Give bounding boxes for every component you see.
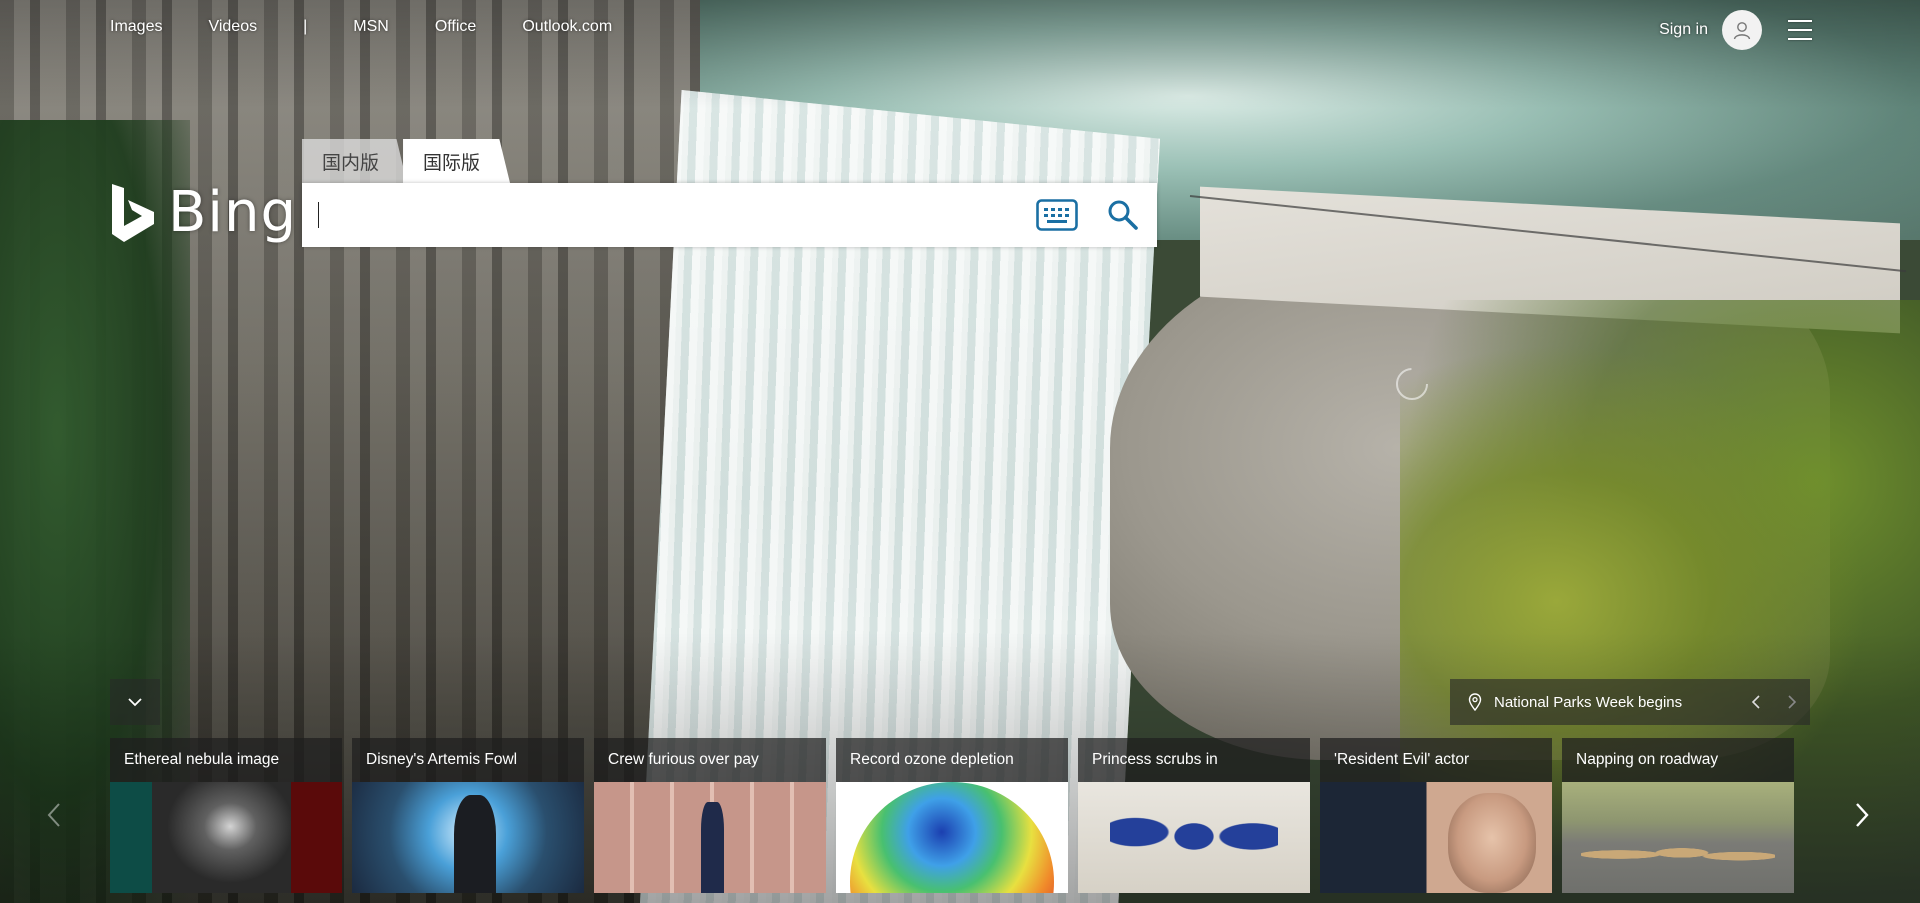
keyboard-icon [1036, 199, 1078, 231]
news-card[interactable]: 'Resident Evil' actor [1320, 738, 1552, 893]
news-card-title: Disney's Artemis Fowl [352, 738, 584, 782]
news-card-title: Ethereal nebula image [110, 738, 342, 782]
chevron-left-icon [47, 803, 60, 827]
avatar[interactable] [1722, 10, 1762, 50]
text-caret [318, 202, 319, 228]
image-title-link[interactable]: National Parks Week begins [1494, 694, 1738, 711]
nav-link-images[interactable]: Images [110, 18, 162, 36]
news-card[interactable]: Ethereal nebula image [110, 738, 342, 893]
previous-image-button[interactable] [1738, 679, 1774, 725]
search-icon [1108, 200, 1138, 230]
sign-in-link[interactable]: Sign in [1659, 21, 1708, 39]
news-card-title: Record ozone depletion [836, 738, 1068, 782]
location-pin-icon [1468, 693, 1482, 711]
news-card-image [836, 782, 1068, 893]
news-card-title: Napping on roadway [1562, 738, 1794, 782]
chevron-right-icon [1788, 695, 1797, 709]
news-card-image [110, 782, 342, 893]
logo-text: Bing [168, 180, 298, 245]
nav-separator: | [303, 18, 308, 35]
news-card-title: 'Resident Evil' actor [1320, 738, 1552, 782]
news-card[interactable]: Crew furious over pay [594, 738, 826, 893]
news-card-image [1078, 782, 1310, 893]
news-card-image [594, 782, 826, 893]
hamburger-menu-icon[interactable] [1788, 20, 1812, 40]
person-icon [1733, 22, 1751, 40]
news-card[interactable]: Record ozone depletion [836, 738, 1068, 893]
nav-link-office[interactable]: Office [435, 18, 477, 36]
news-card-image [352, 782, 584, 893]
tab-domestic[interactable]: 国内版 [302, 139, 408, 183]
keyboard-button[interactable] [1035, 197, 1079, 233]
news-card[interactable]: Disney's Artemis Fowl [352, 738, 584, 893]
bing-logo[interactable]: Bing [110, 180, 297, 245]
chevron-left-icon [1751, 695, 1760, 709]
news-card-title: Princess scrubs in [1078, 738, 1310, 782]
chevron-down-icon [128, 698, 142, 707]
loading-spinner-icon [1396, 368, 1428, 400]
search-input[interactable] [316, 194, 1035, 236]
chevron-right-icon [1856, 803, 1869, 827]
news-carousel: Ethereal nebula image Disney's Artemis F… [110, 738, 1804, 893]
account-area: Sign in [1659, 10, 1812, 50]
image-info-bar: National Parks Week begins [1450, 679, 1810, 725]
next-image-button[interactable] [1774, 679, 1810, 725]
nav-link-msn[interactable]: MSN [353, 18, 389, 36]
news-card[interactable]: Princess scrubs in [1078, 738, 1310, 893]
search-button[interactable] [1103, 195, 1143, 235]
nav-link-videos[interactable]: Videos [208, 18, 257, 36]
carousel-prev-button[interactable] [36, 795, 72, 835]
nav-link-outlook[interactable]: Outlook.com [522, 18, 612, 36]
tab-international[interactable]: 国际版 [403, 139, 511, 183]
bing-mark-icon [112, 183, 154, 242]
carousel-next-button[interactable] [1844, 795, 1880, 835]
news-card-image [1562, 782, 1794, 893]
news-card-title: Crew furious over pay [594, 738, 826, 782]
top-nav: Images Videos | MSN Office Outlook.com [110, 18, 658, 36]
search-region-tabs: 国内版 国际版 [302, 139, 511, 183]
news-card-image [1320, 782, 1552, 893]
collapse-button[interactable] [110, 679, 160, 725]
search-box [302, 183, 1157, 247]
news-card[interactable]: Napping on roadway [1562, 738, 1794, 893]
